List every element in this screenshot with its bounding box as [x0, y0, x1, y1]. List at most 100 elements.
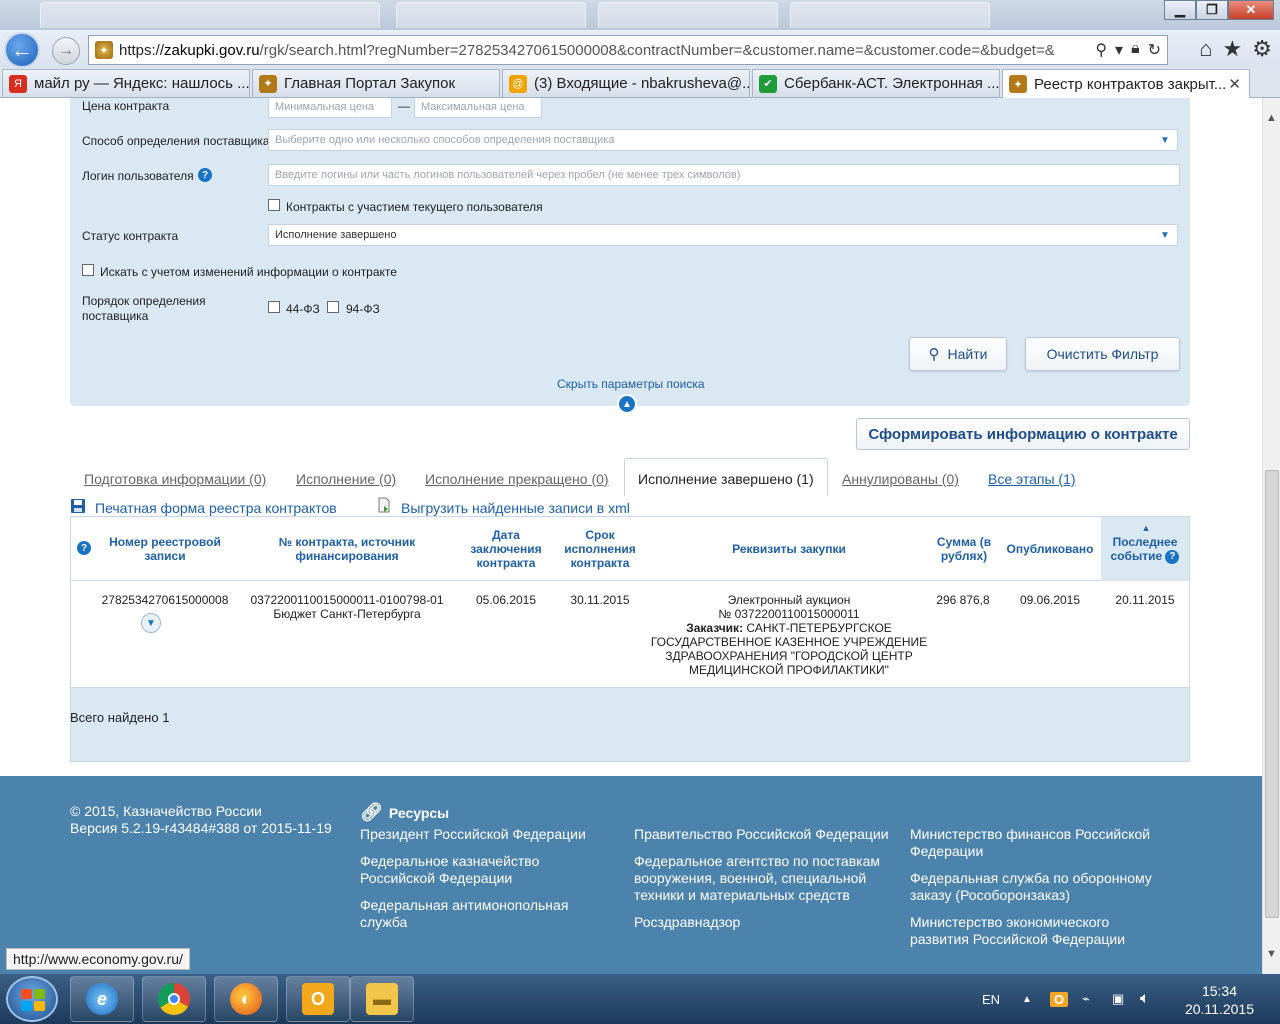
taskbar-outlook[interactable]: O [286, 976, 350, 1022]
firefox-icon: ◐ [230, 983, 262, 1015]
scrollbar-thumb[interactable] [1265, 470, 1279, 918]
footer-copyright: © 2015, Казначейство России Версия 5.2.1… [70, 803, 350, 837]
tray-expand-icon[interactable]: ▲ [1022, 974, 1032, 1024]
th-reg-number[interactable]: Номер реестровой записи [97, 535, 233, 563]
th-requisites[interactable]: Реквизиты закупки [671, 542, 907, 556]
th-contract-number[interactable]: № контракта, источник финансирования [247, 535, 447, 563]
page-scrollbar[interactable]: ▲ ▼ [1262, 98, 1280, 974]
browser-tab-yandex[interactable]: Я майл ру — Яндекс: нашлось ... [2, 69, 250, 97]
forward-button[interactable]: → [52, 37, 80, 65]
home-icon[interactable]: ⌂ [1199, 36, 1212, 62]
current-user-checkbox[interactable] [268, 199, 280, 211]
contract-number[interactable]: 0372200110015000011-0100798-01 [241, 593, 453, 607]
scroll-up-icon[interactable]: ▲ [1266, 112, 1277, 124]
refresh-icon[interactable]: ↻ [1148, 40, 1161, 60]
help-icon[interactable]: ? [198, 168, 212, 182]
customer-name[interactable]: ЗДРАВООХРАНЕНИЯ "ГОРОДСКОЙ ЦЕНТР [647, 649, 931, 663]
login-input[interactable]: Введите логины или часть логинов пользов… [268, 164, 1180, 186]
changes-checkbox[interactable] [82, 264, 94, 276]
scroll-down-icon[interactable]: ▼ [1266, 948, 1277, 960]
th-last-event[interactable]: Последнее событие ? [1105, 535, 1185, 564]
print-form-link[interactable]: Печатная форма реестра контрактов [95, 500, 337, 516]
star-icon[interactable]: ★ [1223, 36, 1243, 62]
taskbar-explorer[interactable]: ▬ [350, 976, 414, 1022]
th-line-text: событие [1110, 549, 1163, 563]
th-sum[interactable]: Сумма (в рублях) [929, 535, 999, 563]
help-icon[interactable]: ? [77, 541, 91, 555]
law44-checkbox[interactable] [268, 301, 280, 313]
gear-icon[interactable]: ⚙ [1252, 36, 1272, 62]
footer-link[interactable]: Росздравнадзор [634, 914, 894, 931]
find-button[interactable]: ⚲ Найти [909, 337, 1007, 371]
th-published[interactable]: Опубликовано [1001, 542, 1099, 556]
ghost-tab [40, 2, 380, 28]
chevron-down-icon[interactable]: ▼ [1155, 227, 1175, 243]
search-icon[interactable]: ⚲ [1095, 40, 1107, 60]
xml-export-icon [378, 497, 390, 513]
taskbar-chrome[interactable] [142, 976, 206, 1022]
sort-up-icon[interactable]: ▲ [1107, 521, 1185, 535]
customer-name[interactable]: САНКТ-ПЕТЕРБУРГСКОЕ [746, 621, 891, 635]
dropdown-icon[interactable]: ▾ [1115, 40, 1123, 60]
tray-monitor-icon[interactable]: ▣ [1112, 974, 1124, 1024]
back-button[interactable]: ← [4, 32, 40, 68]
hide-params-link[interactable]: Скрыть параметры поиска [557, 377, 705, 391]
footer-link[interactable]: Министерство финансов Российской Федерац… [910, 826, 1170, 860]
close-tab-icon[interactable]: ✕ [1228, 75, 1241, 93]
browser-tab-mail[interactable]: @ (3) Входящие - nbakrusheva@... [502, 69, 750, 97]
tray-odnoklassniki-icon[interactable]: О [1050, 974, 1069, 1024]
taskbar-ie[interactable]: e [70, 976, 134, 1022]
address-bar[interactable]: ✦ https://zakupki.gov.ru/rgk/search.html… [88, 35, 1168, 65]
help-icon[interactable]: ? [1165, 549, 1180, 564]
browser-tab-registry[interactable]: ✦ Реестр контрактов закрыт... ✕ [1002, 69, 1250, 98]
cell-contract: 0372200110015000011-0100798-01 Бюджет Са… [241, 593, 453, 621]
chevron-up-icon[interactable]: ▲ [617, 394, 637, 414]
footer-link[interactable]: Правительство Российской Федерации [634, 826, 894, 843]
minimize-button[interactable]: ▁ [1164, 0, 1196, 20]
procurement-number[interactable]: № 0372200110015000011 [647, 607, 931, 621]
method-select[interactable]: Выберите одно или несколько способов опр… [268, 129, 1178, 151]
tab-execution-terminated[interactable]: Исполнение прекращено (0) [425, 471, 609, 487]
tab-all-stages[interactable]: Все этапы (1) [988, 471, 1076, 487]
tray-network-icon[interactable]: ⌁ [1082, 974, 1090, 1024]
footer-link[interactable]: Министерство экономического развития Рос… [910, 914, 1170, 948]
price-min-input[interactable]: Минимальная цена [268, 98, 392, 118]
address-url[interactable]: https://zakupki.gov.ru/rgk/search.html?r… [119, 42, 1069, 59]
start-button[interactable] [6, 976, 58, 1022]
cell-reg-number[interactable]: 2782534270615000008 [97, 593, 233, 607]
close-window-button[interactable]: ✕ [1228, 0, 1274, 20]
browser-tab-zakupki-home[interactable]: ✦ Главная Портал Закупок [252, 69, 500, 97]
taskbar-firefox[interactable]: ◐ [214, 976, 278, 1022]
tab-preparation[interactable]: Подготовка информации (0) [84, 471, 266, 487]
customer-name[interactable]: МЕДИЦИНСКОЙ ПРОФИЛАКТИКИ" [647, 663, 931, 677]
price-max-input[interactable]: Максимальная цена [414, 98, 542, 118]
th-date[interactable]: Дата заключения контракта [461, 528, 551, 570]
footer-link[interactable]: Федеральная антимонопольная служба [360, 897, 600, 931]
th-term[interactable]: Срок исполнения контракта [557, 528, 643, 570]
footer-link[interactable]: Президент Российской Федерации [360, 826, 600, 843]
footer-link[interactable]: Федеральное казначейство Российской Феде… [360, 853, 600, 887]
clear-filter-button[interactable]: Очистить Фильтр [1025, 337, 1180, 371]
export-xml-link[interactable]: Выгрузить найденные записи в xml [401, 500, 630, 516]
law94-checkbox[interactable] [327, 301, 339, 313]
tray-volume-icon[interactable]: 🔈︎ [1140, 974, 1150, 1024]
windows-logo-icon [21, 989, 45, 1011]
footer-link[interactable]: Федеральное агентство по поставкам воору… [634, 853, 894, 904]
status-select[interactable]: Исполнение завершено ▼ [268, 224, 1178, 246]
lock-icon[interactable]: 🔒︎ [1131, 40, 1140, 60]
maximize-button[interactable]: ❐ [1196, 0, 1228, 20]
customer-name[interactable]: ГОСУДАРСТВЕННОЕ КАЗЕННОЕ УЧРЕЖДЕНИЕ [647, 635, 931, 649]
tab-execution[interactable]: Исполнение (0) [296, 471, 396, 487]
tab-cancelled[interactable]: Аннулированы (0) [842, 471, 959, 487]
chevron-down-icon[interactable]: ▼ [141, 613, 161, 633]
tab-execution-completed[interactable]: Исполнение завершено (1) [638, 471, 814, 487]
chevron-down-icon[interactable]: ▼ [1155, 132, 1175, 148]
browser-tab-sberbank[interactable]: ✔ Сбербанк-АСТ. Электронная ... [752, 69, 1000, 97]
generate-contract-info-button[interactable]: Сформировать информацию о контракте [856, 418, 1190, 450]
language-indicator[interactable]: EN [982, 974, 1000, 1024]
footer-link[interactable]: Федеральная служба по оборонному заказу … [910, 870, 1170, 904]
taskbar-clock[interactable]: 15:34 20.11.2015 [1185, 982, 1254, 1018]
login-label: Логин пользователя [82, 169, 194, 183]
ghost-tab [790, 2, 990, 28]
status-value: Исполнение завершено [275, 229, 397, 241]
